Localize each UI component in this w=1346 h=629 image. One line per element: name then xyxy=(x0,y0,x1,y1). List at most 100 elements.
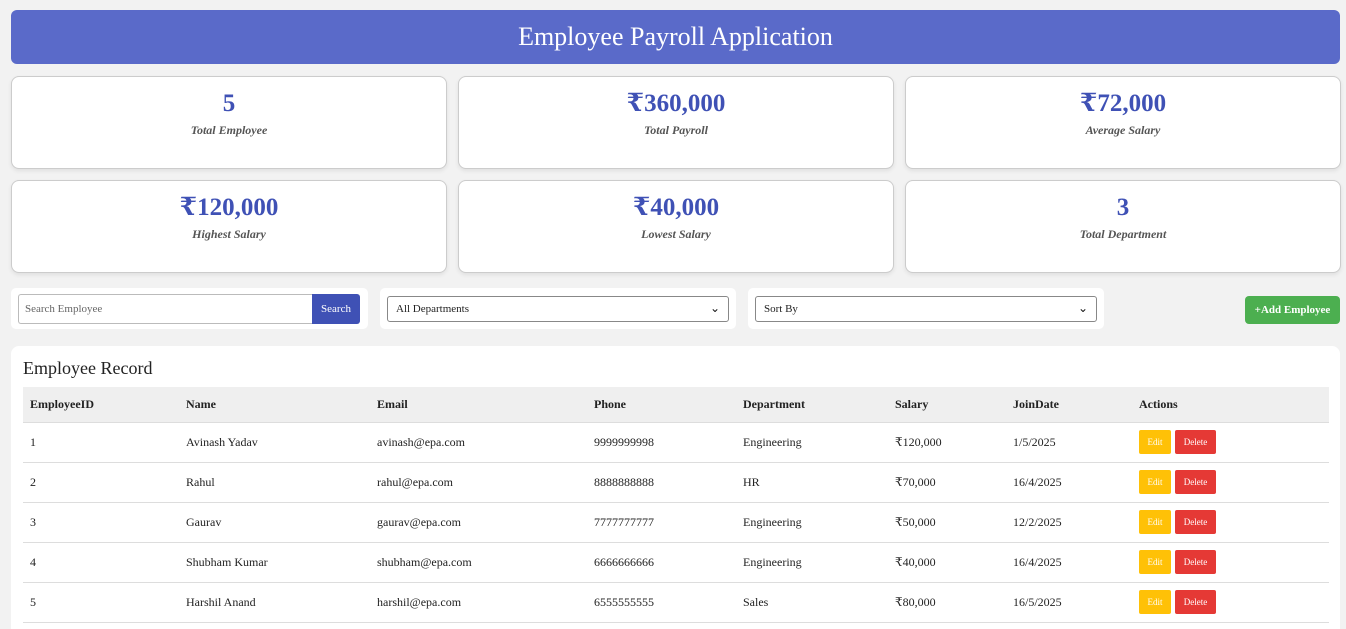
search-bar: Search xyxy=(11,288,368,329)
app-header: Employee Payroll Application xyxy=(11,10,1340,64)
stat-value: ₹72,000 xyxy=(1079,90,1167,117)
cell-phone: 7777777777 xyxy=(594,514,654,529)
edit-button[interactable]: Edit xyxy=(1139,470,1171,494)
cell-salary: ₹120,000 xyxy=(895,434,942,449)
cell-salary: ₹70,000 xyxy=(895,474,936,489)
cell-join-date: 16/4/2025 xyxy=(1013,554,1062,569)
edit-button[interactable]: Edit xyxy=(1139,510,1171,534)
column-header: Salary xyxy=(888,387,1006,423)
stat-label: Total Employee xyxy=(190,123,268,137)
page-title: Employee Payroll Application xyxy=(518,22,833,51)
edit-button[interactable]: Edit xyxy=(1139,590,1171,614)
cell-phone: 6666666666 xyxy=(594,554,654,569)
stat-label: Total Payroll xyxy=(644,123,708,137)
add-employee-button[interactable]: +Add Employee xyxy=(1245,296,1340,324)
cell-id: 1 xyxy=(30,434,36,449)
cell-actions: Edit Delete xyxy=(1132,422,1329,462)
cell-actions: Edit Delete xyxy=(1132,502,1329,542)
employee-table: EmployeeID Name Email Phone Department S… xyxy=(23,387,1329,623)
department-select[interactable]: All Departments ⌄ xyxy=(387,295,729,322)
cell-phone: 9999999998 xyxy=(594,434,654,449)
cell-name: Rahul xyxy=(186,474,215,489)
department-filter-box: All Departments ⌄ xyxy=(380,288,736,329)
cell-department: HR xyxy=(743,474,760,489)
stat-label: Total Department xyxy=(1079,227,1167,241)
stats-grid: 5 Total Employee ₹360,000 Total Payroll … xyxy=(11,76,1341,273)
cell-salary: ₹40,000 xyxy=(895,554,936,569)
stat-value: ₹120,000 xyxy=(179,194,279,221)
cell-name: Avinash Yadav xyxy=(186,434,258,449)
sort-select[interactable]: Sort By ⌄ xyxy=(755,295,1097,322)
stat-value: 3 xyxy=(1116,194,1130,221)
cell-department: Engineering xyxy=(743,514,802,529)
cell-name: Harshil Anand xyxy=(186,594,256,609)
table-row: 4 Shubham Kumar shubham@epa.com 66666666… xyxy=(23,542,1329,582)
column-header: Department xyxy=(736,387,888,423)
table-row: 5 Harshil Anand harshil@epa.com 65555555… xyxy=(23,582,1329,622)
cell-join-date: 1/5/2025 xyxy=(1013,434,1056,449)
stat-card-lowest-salary: ₹40,000 Lowest Salary xyxy=(458,180,894,273)
stat-label: Highest Salary xyxy=(192,227,266,241)
cell-id: 2 xyxy=(30,474,36,489)
cell-actions: Edit Delete xyxy=(1132,542,1329,582)
cell-name: Shubham Kumar xyxy=(186,554,268,569)
delete-button[interactable]: Delete xyxy=(1175,550,1216,574)
column-header: EmployeeID xyxy=(23,387,179,423)
cell-salary: ₹50,000 xyxy=(895,514,936,529)
cell-name: Gaurav xyxy=(186,514,222,529)
cell-id: 4 xyxy=(30,554,36,569)
search-input[interactable] xyxy=(18,293,312,324)
search-button[interactable]: Search xyxy=(312,293,360,324)
cell-join-date: 16/5/2025 xyxy=(1013,594,1062,609)
stat-value: ₹360,000 xyxy=(626,90,726,117)
column-header: Phone xyxy=(587,387,736,423)
cell-actions: Edit Delete xyxy=(1132,462,1329,502)
delete-button[interactable]: Delete xyxy=(1175,590,1216,614)
cell-join-date: 12/2/2025 xyxy=(1013,514,1062,529)
cell-email: rahul@epa.com xyxy=(377,474,454,489)
delete-button[interactable]: Delete xyxy=(1175,510,1216,534)
table-row: 1 Avinash Yadav avinash@epa.com 99999999… xyxy=(23,422,1329,462)
cell-email: avinash@epa.com xyxy=(377,434,466,449)
edit-button[interactable]: Edit xyxy=(1139,550,1171,574)
column-header: Email xyxy=(370,387,587,423)
stat-card-highest-salary: ₹120,000 Highest Salary xyxy=(11,180,447,273)
cell-email: harshil@epa.com xyxy=(377,594,462,609)
cell-id: 5 xyxy=(30,594,36,609)
column-header: JoinDate xyxy=(1006,387,1132,423)
column-header: Actions xyxy=(1132,387,1329,423)
edit-button[interactable]: Edit xyxy=(1139,430,1171,454)
stat-card-total-department: 3 Total Department xyxy=(905,180,1341,273)
section-title: Employee Record xyxy=(23,358,153,378)
table-row: 3 Gaurav gaurav@epa.com 7777777777 Engin… xyxy=(23,502,1329,542)
delete-button[interactable]: Delete xyxy=(1175,470,1216,494)
employee-record-panel: Employee Record EmployeeID Name Email Ph… xyxy=(11,346,1340,629)
cell-email: gaurav@epa.com xyxy=(377,514,462,529)
stat-card-total-payroll: ₹360,000 Total Payroll xyxy=(458,76,894,169)
stat-value: 5 xyxy=(222,90,236,117)
cell-phone: 6555555555 xyxy=(594,594,654,609)
cell-actions: Edit Delete xyxy=(1132,582,1329,622)
column-header: Name xyxy=(179,387,370,423)
delete-button[interactable]: Delete xyxy=(1175,430,1216,454)
stat-label: Lowest Salary xyxy=(641,227,711,241)
cell-id: 3 xyxy=(30,514,36,529)
department-select-value: All Departments xyxy=(396,302,470,315)
sort-box: Sort By ⌄ xyxy=(748,288,1104,329)
chevron-down-icon: ⌄ xyxy=(709,301,720,315)
stat-value: ₹40,000 xyxy=(632,194,720,221)
table-header-row: EmployeeID Name Email Phone Department S… xyxy=(23,387,1329,423)
cell-join-date: 16/4/2025 xyxy=(1013,474,1062,489)
cell-department: Engineering xyxy=(743,434,802,449)
cell-phone: 8888888888 xyxy=(594,474,654,489)
table-row: 2 Rahul rahul@epa.com 8888888888 HR ₹70,… xyxy=(23,462,1329,502)
cell-department: Engineering xyxy=(743,554,802,569)
stat-label: Average Salary xyxy=(1085,123,1161,137)
stat-card-total-employee: 5 Total Employee xyxy=(11,76,447,169)
sort-select-value: Sort By xyxy=(764,302,798,315)
cell-department: Sales xyxy=(743,594,769,609)
chevron-down-icon: ⌄ xyxy=(1077,301,1088,315)
stat-card-average-salary: ₹72,000 Average Salary xyxy=(905,76,1341,169)
cell-salary: ₹80,000 xyxy=(895,594,936,609)
cell-email: shubham@epa.com xyxy=(377,554,472,569)
